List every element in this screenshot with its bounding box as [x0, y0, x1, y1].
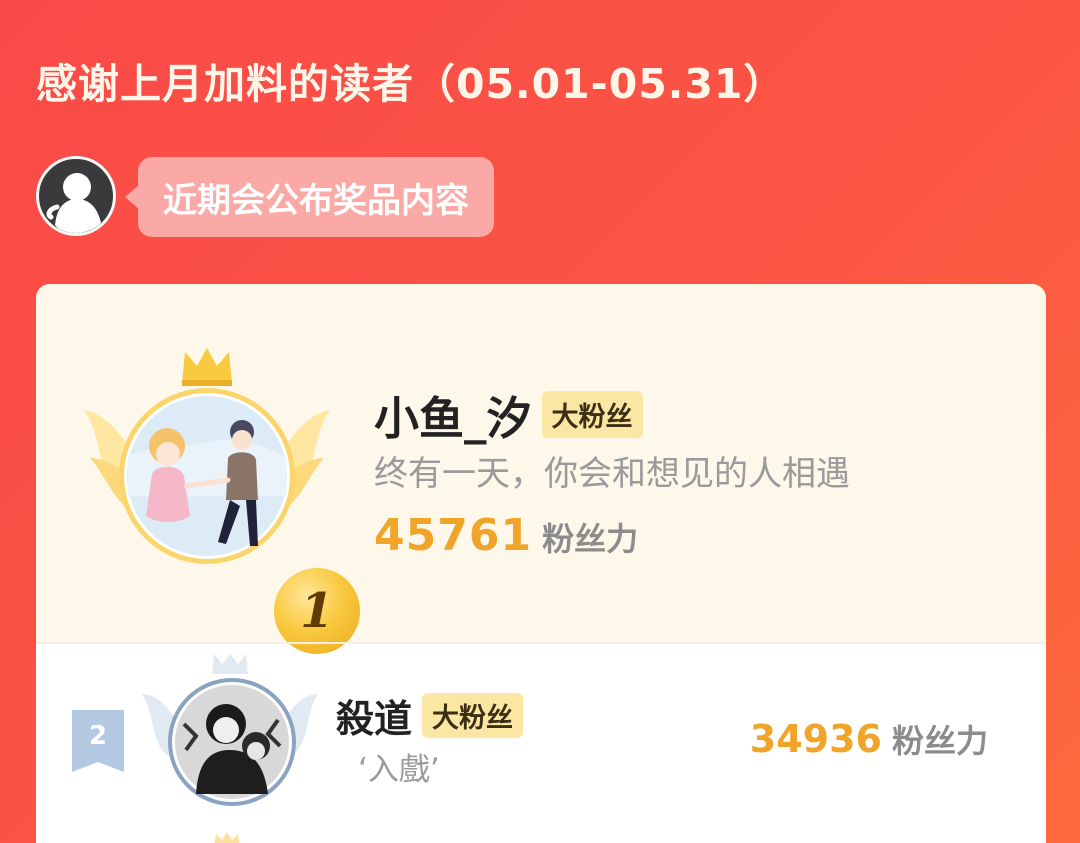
rank2-tag: 2 [72, 710, 124, 772]
rank1-motto: 终有一天，你会和想见的人相遇 [374, 454, 850, 494]
ghost-avatar-icon [46, 173, 101, 233]
rank2-avatar-frame[interactable] [140, 654, 320, 814]
rank1-power: 45761 粉丝力 [374, 510, 638, 561]
rank1-power-unit: 粉丝力 [542, 520, 639, 558]
rank3-crown-icon [214, 832, 240, 843]
rank2-power-value: 34936 [749, 717, 882, 761]
rank1-row[interactable]: 1 小鱼_汐 大粉丝 终有一天，你会和想见的人相遇 45761 粉丝力 [36, 284, 1046, 654]
rank1-power-value: 45761 [374, 510, 533, 561]
notice-avatar[interactable] [36, 156, 116, 236]
rank2-avatar-graphic [142, 654, 318, 806]
divider [36, 642, 1046, 644]
leaderboard-card: 1 小鱼_汐 大粉丝 终有一天，你会和想见的人相遇 45761 粉丝力 2 殺道… [36, 284, 1046, 843]
crown-icon [212, 654, 248, 674]
rank1-name-row: 小鱼_汐 大粉丝 [374, 382, 643, 447]
rank2-power: 34936 粉丝力 [750, 716, 988, 762]
rank1-avatar-graphic [84, 348, 330, 564]
rank1-name[interactable]: 小鱼_汐 [374, 382, 532, 447]
rank1-avatar-frame[interactable]: 1 [82, 346, 360, 654]
rank2-name-row: 殺道 大粉丝 [336, 688, 524, 743]
rank2-motto: ‘入戲’ [358, 752, 440, 788]
rank2-fan-badge: 大粉丝 [422, 693, 524, 738]
rank2-name[interactable]: 殺道 [336, 688, 412, 743]
rank1-fan-badge: 大粉丝 [541, 391, 643, 438]
crown-icon [182, 348, 232, 386]
page-title: 感谢上月加料的读者（05.01-05.31） [36, 60, 786, 108]
rank2-power-unit: 粉丝力 [891, 722, 988, 760]
notice-bubble: 近期会公布奖品内容 [125, 157, 494, 237]
